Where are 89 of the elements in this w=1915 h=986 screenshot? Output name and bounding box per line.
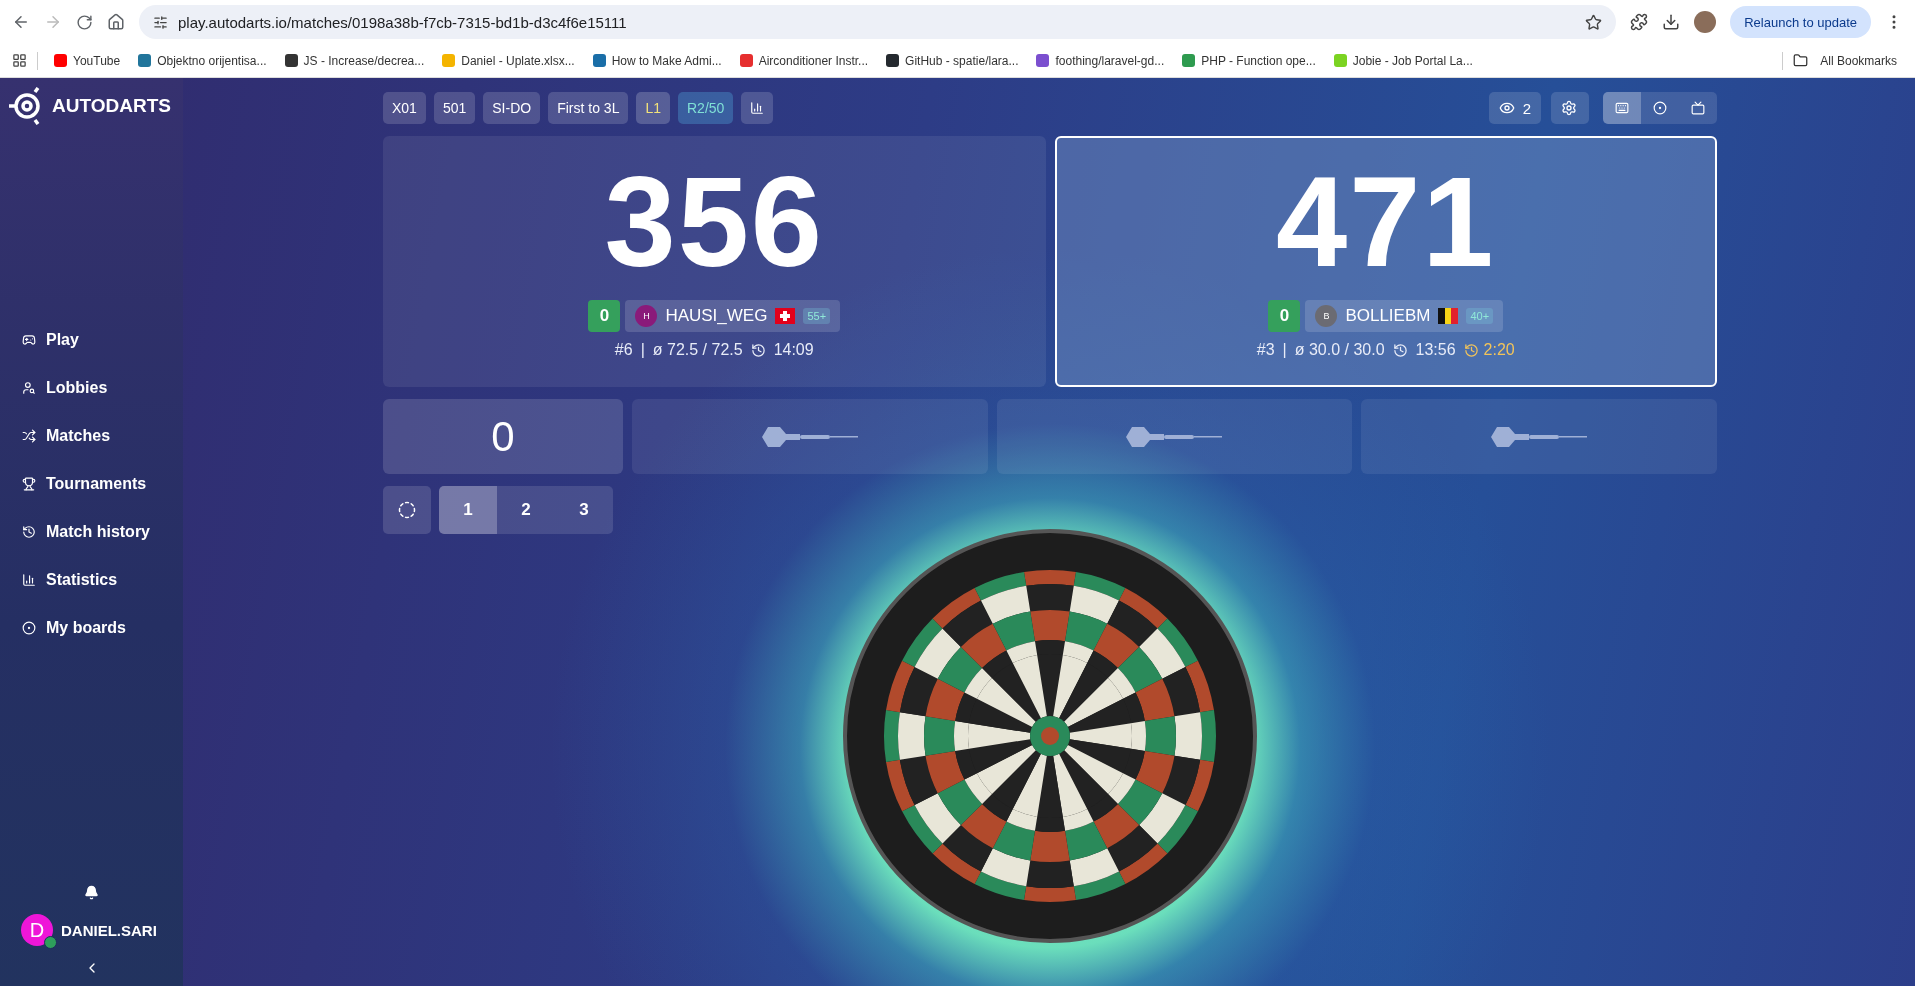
player-time: 13:56 [1415,341,1456,359]
bookmark-link[interactable]: YouTube [48,50,127,71]
dart-slot[interactable] [632,399,988,474]
player-average: ø 72.5 / 72.5 [652,341,743,359]
match-setting-chip[interactable]: R2/50 [678,92,734,124]
view-mode-button[interactable] [1603,92,1641,124]
stat-separator: | [1282,341,1287,359]
bookmark-link[interactable]: Jobie - Job Portal La... [1327,50,1479,71]
bookmark-link[interactable]: Objektno orijentisa... [132,50,273,71]
clock-icon [1392,342,1408,358]
play-nav-icon [22,333,36,347]
sidebar-item[interactable]: Matches [22,422,183,450]
sidebar-item[interactable]: Play [22,326,183,354]
user-name: DANIEL.SARI [61,921,157,939]
multiplier-button[interactable]: 1 [439,486,497,534]
bookmark-link[interactable]: Daniel - Uplate.xlsx... [436,50,581,71]
timer-icon [1463,342,1479,358]
all-bookmarks-link[interactable]: All Bookmarks [1814,50,1903,71]
bookmark-star-icon[interactable] [1585,13,1603,31]
keyboard-mode-icon [1615,101,1629,115]
boards-nav-icon [22,621,36,635]
multiplier-button[interactable]: 3 [555,486,613,534]
logo-text: AUTODARTS [52,95,171,117]
swiss-flag-icon [775,308,796,324]
reload-icon[interactable] [76,13,93,31]
dart-slot[interactable] [996,399,1353,474]
player-average: ø 30.0 / 30.0 [1294,341,1385,359]
player-name: BOLLIEBM [1345,306,1431,326]
relaunch-button[interactable]: Relaunch to update [1730,6,1871,38]
player-name: HAUSI_WEG [665,306,768,326]
player-score: 471 [1275,158,1496,286]
tournaments-nav-icon [22,477,36,491]
download-icon[interactable] [1662,13,1681,31]
bookmark-link[interactable]: foothing/laravel-gd... [1030,50,1171,71]
settings-button[interactable] [1551,92,1589,124]
board-mode-icon [1653,101,1667,115]
dashed-circle-icon [398,501,416,519]
belgian-flag-icon [1438,308,1459,324]
player-time: 14:09 [773,341,814,359]
sidebar-item[interactable]: Statistics [22,566,183,594]
stats-button[interactable] [741,92,774,124]
match-setting-chip[interactable]: L1 [636,92,670,124]
player-rank: #3 [1256,341,1275,359]
match-setting-chip[interactable]: First to 3L [548,92,629,124]
bookmark-link[interactable]: PHP - Function ope... [1176,50,1322,71]
lobbies-nav-icon [22,381,36,395]
player-avatar: H [635,305,658,327]
sidebar-item[interactable]: Match history [22,518,183,546]
extensions-icon[interactable] [1630,13,1649,31]
url-text: play.autodarts.io/matches/0198a38b-f7cb-7315-bd1b-d3c4f6e15111 [178,13,628,31]
notification-bell-icon[interactable] [84,885,99,900]
dart-slot[interactable] [1361,399,1717,474]
address-bar[interactable]: play.autodarts.io/matches/0198a38b-f7cb-7315-bd1b-d3c4f6e15111 [139,5,1617,39]
turn-points: 0 [383,399,623,474]
site-settings-icon[interactable] [153,14,168,30]
player-avatar: B [1315,305,1338,327]
matches-nav-icon [22,429,36,443]
clock-icon [750,342,766,358]
apps-grid-icon[interactable] [12,53,27,68]
bookmark-link[interactable]: Airconditioner Instr... [733,50,875,71]
sidebar-item[interactable]: Lobbies [22,374,183,402]
sidebar-item[interactable]: Tournaments [22,470,183,498]
bookmark-link[interactable]: JS - Increase/decrea... [278,50,431,71]
multiplier-button[interactable]: 2 [497,486,555,534]
legs-won: 0 [588,300,621,332]
player-score: 356 [604,158,825,286]
match-setting-chip[interactable]: X01 [383,92,426,124]
legs-won: 0 [1268,300,1301,332]
bar-chart-icon [750,101,765,115]
home-icon[interactable] [107,13,125,31]
history-nav-icon [22,525,36,539]
profile-avatar[interactable] [1694,11,1717,33]
bookmark-link[interactable]: GitHub - spatie/lara... [880,50,1025,71]
viewers-button[interactable]: 2 [1488,92,1541,124]
settings-icon [1561,100,1577,116]
level-badge: 55+ [803,308,831,324]
folder-icon[interactable] [1793,53,1809,68]
player-rank: #6 [614,341,633,359]
match-setting-chip[interactable]: SI-DO [483,92,541,124]
match-setting-chip[interactable]: 501 [433,92,476,124]
bookmark-link[interactable]: How to Make Admi... [586,50,728,71]
sidebar-item[interactable]: My boards [22,614,183,642]
level-badge: 40+ [1466,308,1494,324]
turn-timer: 2:20 [1483,341,1515,359]
back-icon[interactable] [12,13,30,31]
stats-nav-icon [22,573,36,587]
video-mode-icon [1691,101,1705,115]
stat-separator: | [640,341,645,359]
eye-icon [1498,100,1515,116]
